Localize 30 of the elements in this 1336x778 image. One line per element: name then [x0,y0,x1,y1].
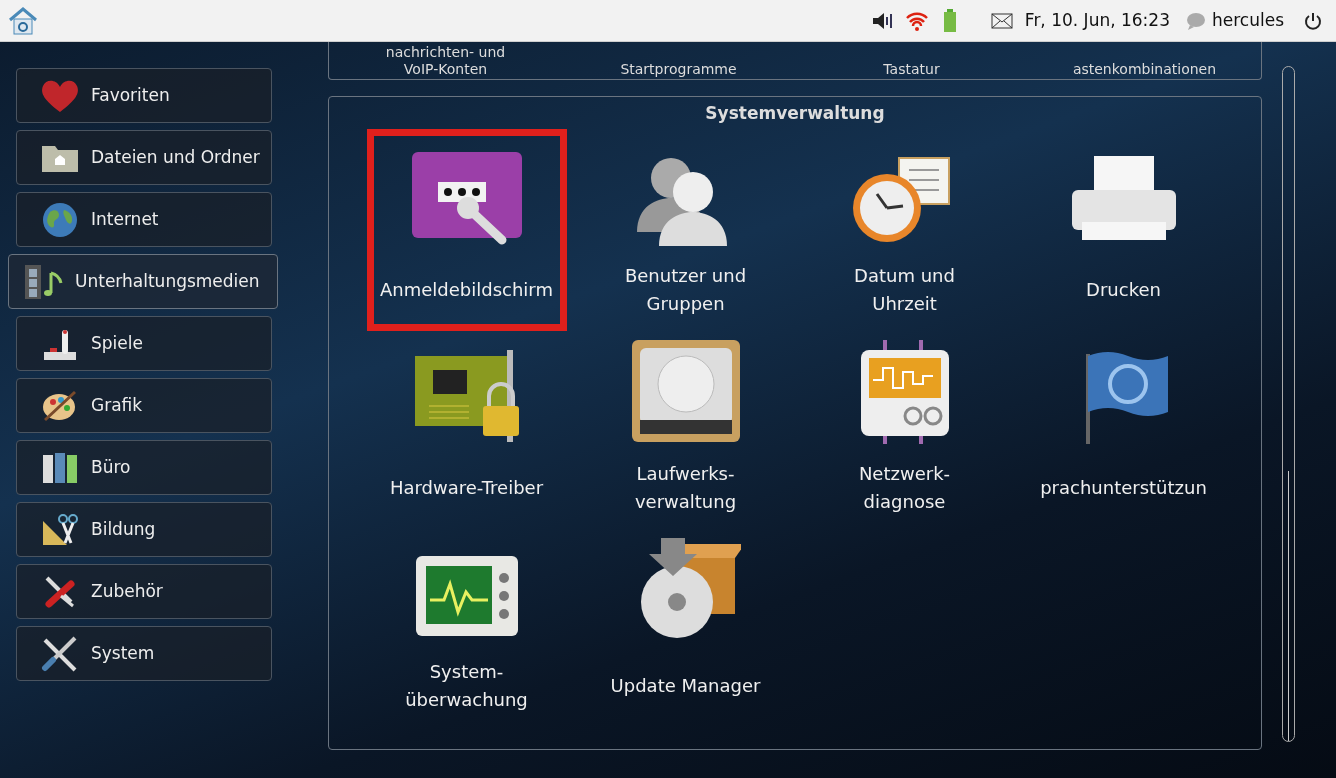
speaker-icon[interactable] [870,10,895,31]
tools-icon [41,635,79,672]
launcher-label[interactable]: VoIP-Konten [403,61,488,78]
envelope-icon[interactable] [990,12,1013,29]
battery-icon[interactable] [942,8,957,33]
launcher-label[interactable]: Startprogramme [620,61,737,78]
category-button[interactable]: Internet [16,192,272,247]
home-icon[interactable] [8,5,38,36]
category-button[interactable]: Büro [16,440,272,495]
category-button[interactable]: System [16,626,272,681]
category-button[interactable]: Spiele [16,316,272,371]
globe-icon [42,201,78,238]
category-button[interactable]: Dateien und Ordner [16,130,272,185]
category-button[interactable]: Grafik [16,378,272,433]
section-title: Systemverwaltung [704,102,886,125]
category-button[interactable]: Zubehör [16,564,272,619]
chat-bubble-icon [1186,11,1206,30]
category-button[interactable]: Unterhaltungsmedien [8,254,278,309]
launcher-label[interactable]: astenkombinationen [1072,61,1217,78]
category-button[interactable]: Favoriten [16,68,272,123]
clock-text[interactable]: Fr, 10. Jun, 16:23 [1024,7,1170,34]
binders-icon [41,450,79,485]
launcher-label[interactable]: nachrichten- und [385,44,506,61]
launcher-item[interactable]: Anmeldebildschirm [366,128,567,331]
launcher-label[interactable]: Tastatur [883,61,940,78]
ruler-scissors-icon [41,512,79,547]
user-name[interactable]: hercules [1212,7,1284,34]
power-icon[interactable] [1304,11,1322,30]
category-button[interactable]: Bildung [16,502,272,557]
film-music-icon [23,262,65,301]
